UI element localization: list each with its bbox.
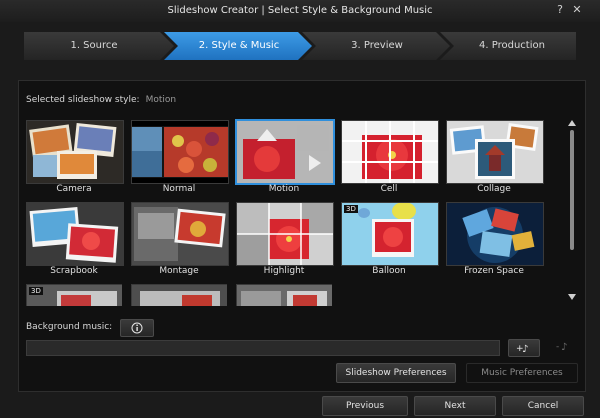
style-tile-scrapbook[interactable]: Scrapbook xyxy=(26,202,124,280)
style-tile-highlight[interactable]: Highlight xyxy=(236,202,334,280)
remove-music-button[interactable]: - ♪ xyxy=(556,340,574,354)
step-source[interactable]: 1. Source xyxy=(24,32,164,60)
style-thumbnail xyxy=(236,284,332,306)
three-d-badge: 3D xyxy=(29,287,43,295)
style-thumbnail xyxy=(446,120,544,184)
style-tile[interactable] xyxy=(236,284,332,306)
step-style-music[interactable]: 2. Style & Music xyxy=(172,32,306,60)
style-name: Balloon xyxy=(372,266,406,276)
selected-style-label: Selected slideshow style: xyxy=(26,95,140,105)
style-name: Normal xyxy=(162,184,196,194)
remove-music-icon: - ♪ xyxy=(556,342,567,353)
music-info-button[interactable] xyxy=(120,319,154,337)
add-music-icon: + ♪ xyxy=(516,344,528,355)
svg-text:♪: ♪ xyxy=(561,342,567,352)
next-button[interactable]: Next xyxy=(414,396,496,416)
style-thumbnail xyxy=(341,120,439,184)
style-name: Frozen Space xyxy=(464,266,524,276)
three-d-badge: 3D xyxy=(344,205,358,213)
style-name: Highlight xyxy=(263,266,305,276)
window-title: Slideshow Creator | Select Style & Backg… xyxy=(167,5,433,16)
help-icon[interactable]: ? xyxy=(553,3,567,17)
style-tile-frozen-space[interactable]: Frozen Space xyxy=(446,202,544,280)
style-name: Scrapbook xyxy=(50,266,98,276)
style-thumbnail xyxy=(235,119,335,185)
close-icon[interactable]: ✕ xyxy=(570,3,584,17)
add-music-button[interactable]: + ♪ xyxy=(508,339,540,357)
info-icon xyxy=(131,322,143,334)
styles-scrollbar[interactable] xyxy=(568,120,576,300)
svg-text:-: - xyxy=(556,342,559,352)
style-tile[interactable] xyxy=(131,284,227,306)
music-preferences-button[interactable]: Music Preferences xyxy=(466,363,578,383)
style-thumbnail xyxy=(131,284,227,306)
style-thumbnail xyxy=(26,120,124,184)
wizard-steps: 1. Source 2. Style & Music 3. Preview 4.… xyxy=(24,32,576,60)
style-tile-normal[interactable]: Normal xyxy=(131,120,229,198)
style-tile-balloon[interactable]: 3D Balloon xyxy=(341,202,439,280)
style-tile-collage[interactable]: Collage xyxy=(446,120,544,198)
style-thumbnail xyxy=(26,202,124,266)
svg-text:♪: ♪ xyxy=(522,344,528,354)
selected-style-value: Motion xyxy=(145,95,177,105)
style-thumbnail xyxy=(446,202,544,266)
background-music-label: Background music: xyxy=(26,322,113,332)
style-name: Motion xyxy=(268,184,300,194)
step-preview[interactable]: 3. Preview xyxy=(310,32,444,60)
style-name: Collage xyxy=(477,184,511,194)
step-production[interactable]: 4. Production xyxy=(448,32,576,60)
style-tile-cell[interactable]: Cell xyxy=(341,120,439,198)
style-thumbnail: 3D xyxy=(341,202,439,266)
style-name: Montage xyxy=(159,266,199,276)
previous-button[interactable]: Previous xyxy=(322,396,408,416)
style-thumbnail xyxy=(236,202,334,266)
style-name: Cell xyxy=(380,184,398,194)
selected-style-row: Selected slideshow style: Motion xyxy=(26,95,176,105)
style-tile-montage[interactable]: Montage xyxy=(131,202,229,280)
background-music-field[interactable] xyxy=(26,340,500,356)
style-thumbnail xyxy=(131,120,229,184)
title-bar: Slideshow Creator | Select Style & Backg… xyxy=(0,0,600,22)
slideshow-preferences-button[interactable]: Slideshow Preferences xyxy=(336,363,456,383)
style-thumbnail xyxy=(131,202,229,266)
style-name: Camera xyxy=(56,184,92,194)
style-tile-camera[interactable]: Camera xyxy=(26,120,124,198)
style-thumbnail: 3D xyxy=(26,284,122,306)
cancel-button[interactable]: Cancel xyxy=(502,396,584,416)
style-tile[interactable]: 3D xyxy=(26,284,122,306)
style-tile-motion[interactable]: Motion xyxy=(235,119,335,198)
